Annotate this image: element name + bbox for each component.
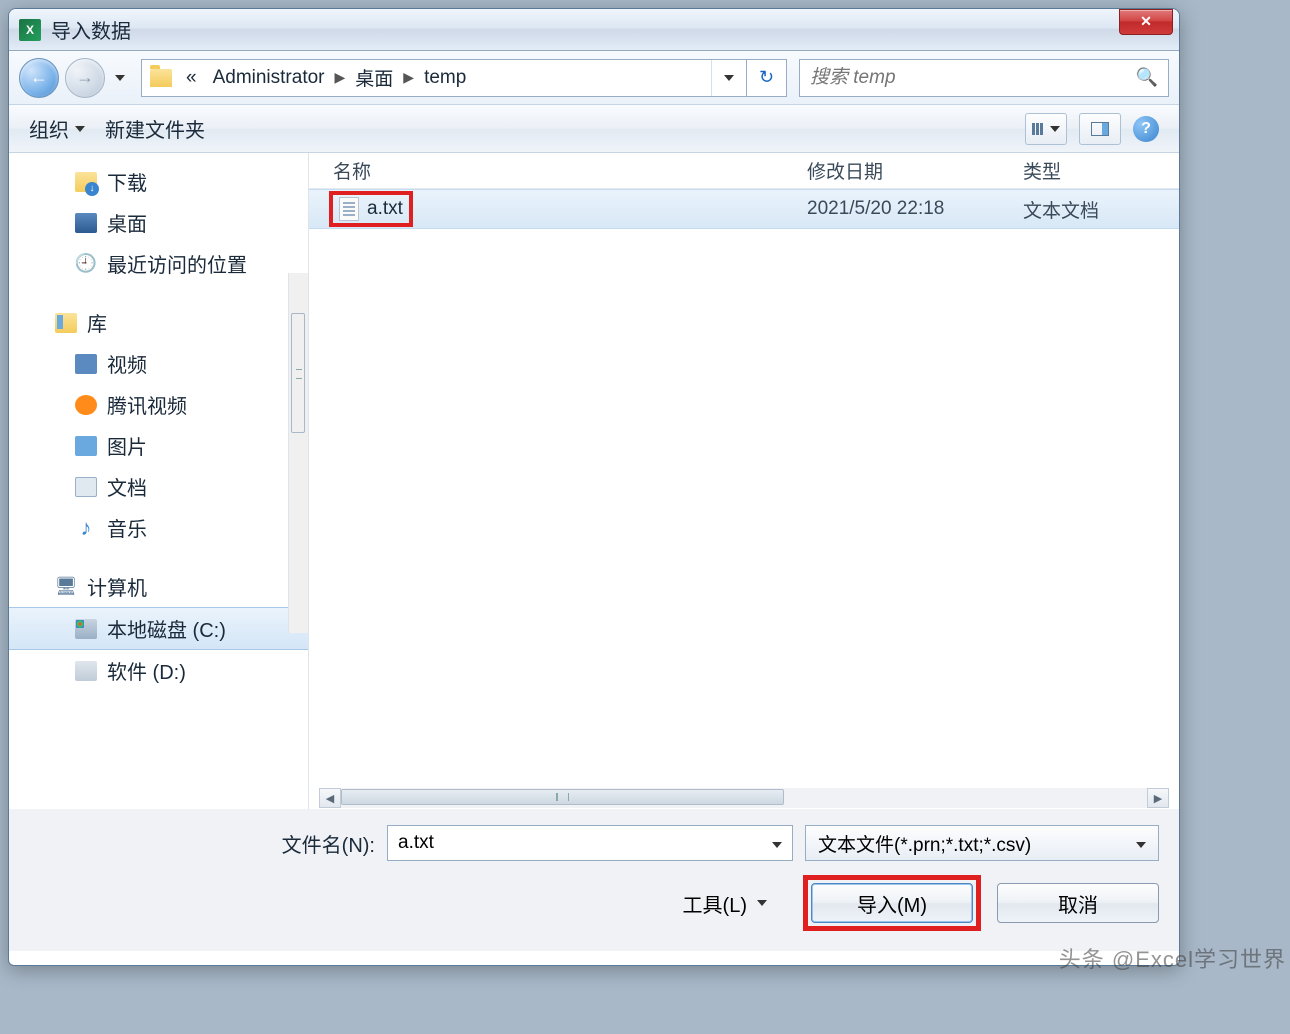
sidebar-item-libraries[interactable]: 库	[9, 302, 308, 343]
drive-icon	[75, 661, 97, 681]
back-button[interactable]: ←	[19, 58, 59, 98]
excel-icon: X	[19, 19, 41, 41]
sidebar-item-ddrive[interactable]: 软件 (D:)	[9, 650, 308, 691]
forward-button[interactable]: →	[65, 58, 105, 98]
sidebar-item-video[interactable]: 视频	[9, 343, 308, 384]
scrollbar-thumb[interactable]	[291, 313, 305, 433]
sidebar-item-documents[interactable]: 文档	[9, 466, 308, 507]
column-headers: 名称 修改日期 类型	[309, 153, 1179, 189]
navigation-pane: 下载 桌面 🕘最近访问的位置 库 视频 腾讯视频 图片 文档 ♪音乐 🖥计算机 …	[9, 153, 309, 809]
dropdown-icon	[1136, 832, 1146, 854]
sidebar-item-pictures[interactable]: 图片	[9, 425, 308, 466]
sidebar-item-music[interactable]: ♪音乐	[9, 507, 308, 548]
address-bar[interactable]: « Administrator ▶ 桌面 ▶ temp ↻	[141, 59, 787, 97]
filename-value: a.txt	[398, 832, 434, 854]
downloads-icon	[75, 172, 97, 192]
search-box[interactable]: 🔍	[799, 59, 1169, 97]
scroll-left-button[interactable]: ◀	[319, 788, 341, 808]
column-header-name[interactable]: 名称	[309, 157, 807, 184]
breadcrumb-item[interactable]: 桌面	[347, 64, 401, 91]
organize-menu[interactable]: 组织	[29, 114, 85, 143]
address-toolbar: ← → « Administrator ▶ 桌面 ▶ temp ↻ 🔍	[9, 51, 1179, 105]
titlebar: X 导入数据 ✕	[9, 9, 1179, 51]
tools-menu[interactable]: 工具(L)	[683, 889, 767, 918]
window-title: 导入数据	[51, 15, 131, 44]
filter-value: 文本文件(*.prn;*.txt;*.csv)	[818, 830, 1031, 857]
horizontal-scrollbar[interactable]: ◀ ▶	[319, 787, 1169, 809]
column-header-modified[interactable]: 修改日期	[807, 157, 1023, 184]
scroll-right-button[interactable]: ▶	[1147, 788, 1169, 808]
library-icon	[55, 313, 77, 333]
preview-pane-button[interactable]	[1079, 113, 1121, 145]
folder-icon	[150, 69, 172, 87]
file-row[interactable]: a.txt 2021/5/20 22:18 文本文档	[309, 189, 1179, 229]
pictures-icon	[75, 436, 97, 456]
scrollbar-thumb[interactable]	[341, 789, 784, 805]
nav-history-dropdown[interactable]	[111, 58, 129, 98]
breadcrumb-prefix: «	[178, 67, 205, 89]
annotation-highlight: 导入(M)	[803, 875, 981, 931]
filename-label: 文件名(N):	[282, 829, 375, 858]
music-icon: ♪	[75, 518, 97, 538]
video-icon	[75, 354, 97, 374]
cancel-button[interactable]: 取消	[997, 883, 1159, 923]
computer-icon: 🖥	[55, 577, 77, 597]
drive-icon	[75, 619, 97, 639]
arrow-right-icon: →	[76, 67, 94, 88]
view-options-button[interactable]	[1025, 113, 1067, 145]
sidebar-scrollbar[interactable]	[288, 273, 308, 633]
file-name: a.txt	[367, 198, 403, 220]
breadcrumb-item[interactable]: Administrator	[205, 67, 333, 89]
search-icon[interactable]: 🔍	[1136, 67, 1158, 88]
command-bar: 组织 新建文件夹 ?	[9, 105, 1179, 153]
column-header-type[interactable]: 类型	[1023, 157, 1179, 184]
dropdown-icon[interactable]	[772, 832, 782, 854]
search-input[interactable]	[810, 67, 1136, 89]
sidebar-item-computer[interactable]: 🖥计算机	[9, 566, 308, 607]
chevron-right-icon[interactable]: ▶	[333, 69, 348, 86]
file-type: 文本文档	[1023, 196, 1179, 223]
chevron-right-icon[interactable]: ▶	[401, 69, 416, 86]
import-button[interactable]: 导入(M)	[811, 883, 973, 923]
dialog-body: 下载 桌面 🕘最近访问的位置 库 视频 腾讯视频 图片 文档 ♪音乐 🖥计算机 …	[9, 153, 1179, 809]
desktop-icon	[75, 213, 97, 233]
close-button[interactable]: ✕	[1119, 9, 1173, 35]
file-open-dialog: X 导入数据 ✕ ← → « Administrator ▶ 桌面 ▶ temp…	[8, 8, 1180, 966]
refresh-button[interactable]: ↻	[746, 59, 786, 97]
filename-combobox[interactable]: a.txt	[387, 825, 793, 861]
help-button[interactable]: ?	[1133, 116, 1159, 142]
sidebar-item-downloads[interactable]: 下载	[9, 161, 308, 202]
sidebar-item-tencent[interactable]: 腾讯视频	[9, 384, 308, 425]
documents-icon	[75, 477, 97, 497]
dialog-footer: 文件名(N): a.txt 文本文件(*.prn;*.txt;*.csv) 工具…	[9, 809, 1179, 951]
recent-icon: 🕘	[75, 254, 97, 274]
sidebar-item-desktop[interactable]: 桌面	[9, 202, 308, 243]
text-file-icon	[339, 197, 359, 221]
scroll-track[interactable]	[341, 788, 1147, 808]
file-list-pane: 名称 修改日期 类型 a.txt 2021/5/20 22:18 文本文档 ◀ …	[309, 153, 1179, 809]
annotation-highlight: a.txt	[329, 191, 413, 227]
file-modified: 2021/5/20 22:18	[807, 198, 1023, 220]
sidebar-item-cdrive[interactable]: 本地磁盘 (C:)	[9, 607, 308, 650]
tencent-icon	[75, 395, 97, 415]
file-type-filter[interactable]: 文本文件(*.prn;*.txt;*.csv)	[805, 825, 1159, 861]
sidebar-item-recent[interactable]: 🕘最近访问的位置	[9, 243, 308, 284]
breadcrumb-item[interactable]: temp	[416, 67, 474, 89]
arrow-left-icon: ←	[30, 67, 48, 88]
new-folder-button[interactable]: 新建文件夹	[105, 114, 205, 143]
address-dropdown[interactable]	[711, 60, 746, 96]
